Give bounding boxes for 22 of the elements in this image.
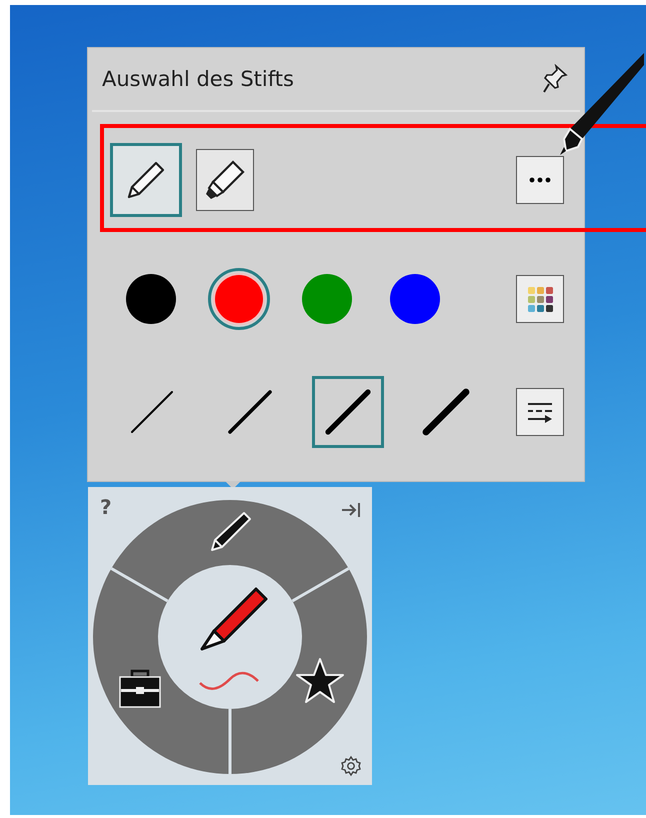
line-style-button[interactable] xyxy=(516,388,564,436)
squiggle-icon xyxy=(199,672,259,690)
dock-right-icon[interactable] xyxy=(340,501,362,519)
ellipsis-icon xyxy=(529,176,551,182)
highlighter-button[interactable] xyxy=(196,148,254,210)
color-swatch[interactable] xyxy=(208,268,270,330)
highlighter-icon xyxy=(203,158,247,202)
palette-grid-icon xyxy=(525,284,555,314)
panel-title: Auswahl des Stifts xyxy=(102,67,294,91)
palette-button[interactable] xyxy=(516,275,564,323)
toolbox-icon[interactable] xyxy=(119,670,161,708)
center-button[interactable] xyxy=(158,565,302,709)
line-width-option[interactable] xyxy=(312,376,384,448)
help-button[interactable]: ? xyxy=(100,495,112,519)
star-icon[interactable] xyxy=(296,658,344,703)
line-width-icon xyxy=(420,386,472,438)
pin-icon[interactable] xyxy=(542,64,568,94)
marker-icon[interactable] xyxy=(200,588,268,650)
pen-icon[interactable] xyxy=(211,512,251,551)
more-button[interactable] xyxy=(516,156,564,204)
pencil-button[interactable] xyxy=(110,142,182,216)
settings-icon[interactable] xyxy=(340,755,362,777)
